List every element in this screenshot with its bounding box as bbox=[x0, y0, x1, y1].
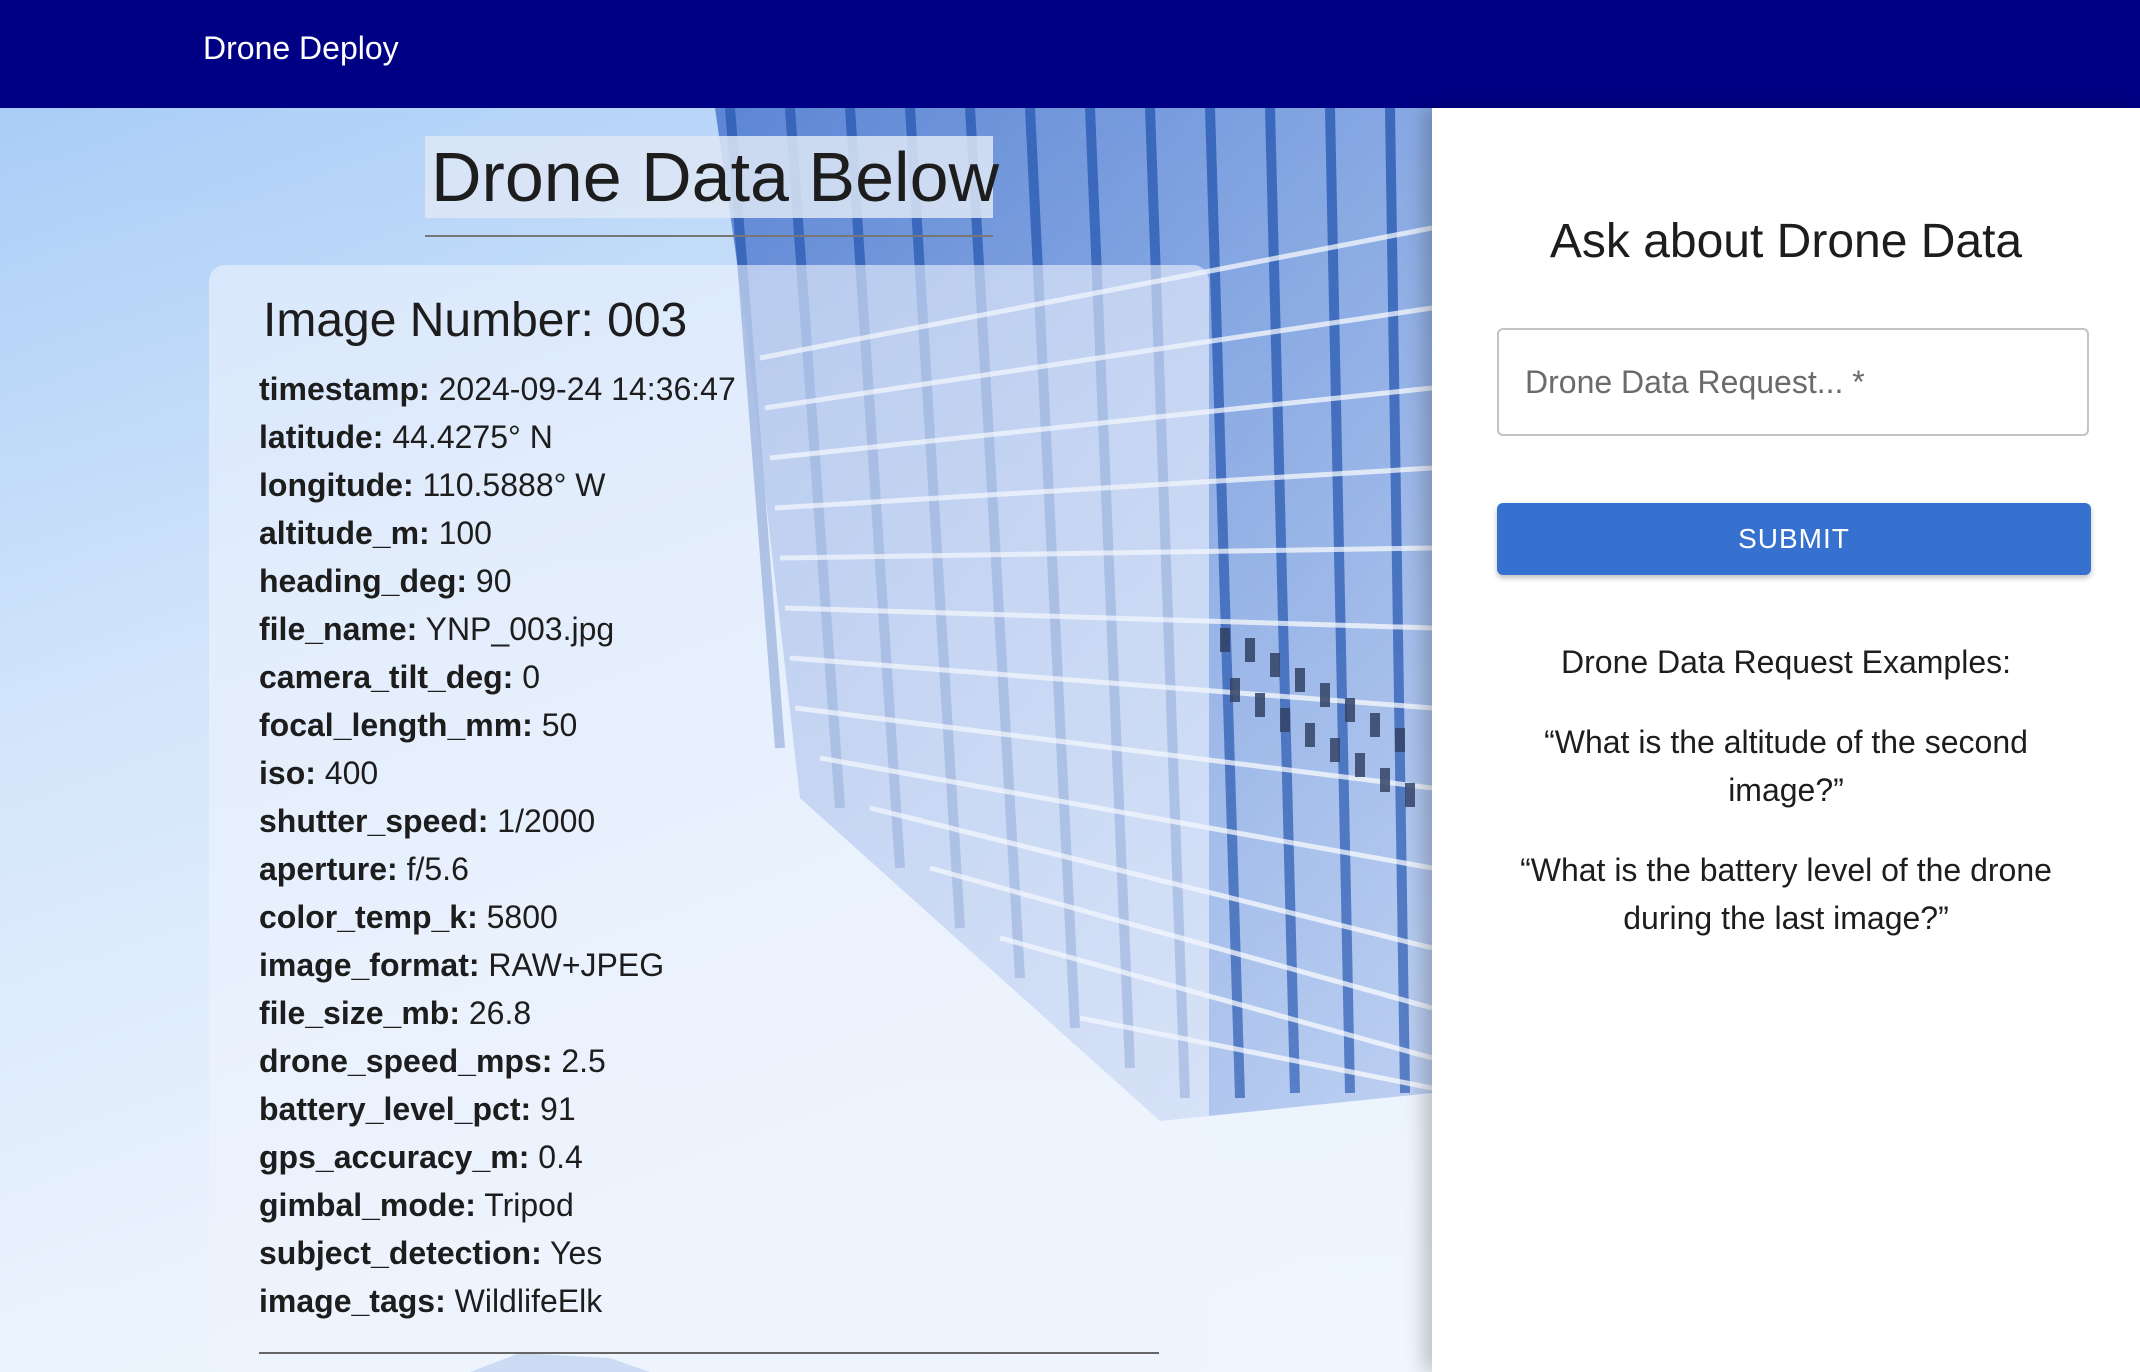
field-value: 91 bbox=[540, 1091, 576, 1127]
field-row-iso: iso: 400 bbox=[259, 749, 736, 797]
card-divider bbox=[259, 1352, 1159, 1354]
example-item: “What is the altitude of the second imag… bbox=[1544, 724, 2028, 808]
field-value: 0 bbox=[522, 659, 541, 695]
field-row-latitude: latitude: 44.4275° N bbox=[259, 413, 736, 461]
field-row-image-format: image_format: RAW+JPEG bbox=[259, 941, 736, 989]
field-key: subject_detection: bbox=[259, 1235, 542, 1271]
page-title: Drone Data Below bbox=[431, 138, 1000, 216]
field-value: 26.8 bbox=[468, 995, 532, 1031]
field-key: gimbal_mode: bbox=[259, 1187, 476, 1223]
field-key: image_tags: bbox=[259, 1283, 446, 1319]
field-row-file-name: file_name: YNP_003.jpg bbox=[259, 605, 736, 653]
field-key: altitude_m: bbox=[259, 515, 430, 551]
field-key: timestamp: bbox=[259, 371, 430, 407]
top-app-bar: Drone Deploy bbox=[0, 0, 2140, 108]
field-key: image_format: bbox=[259, 947, 480, 983]
field-row-timestamp: timestamp: 2024-09-24 14:36:47 bbox=[259, 365, 736, 413]
field-value: 400 bbox=[324, 755, 379, 791]
field-row-shutter-speed: shutter_speed: 1/2000 bbox=[259, 797, 736, 845]
field-row-altitude: altitude_m: 100 bbox=[259, 509, 736, 557]
field-value: 5800 bbox=[486, 899, 558, 935]
field-value: 0.4 bbox=[538, 1139, 583, 1175]
field-row-gimbal-mode: gimbal_mode: Tripod bbox=[259, 1181, 736, 1229]
field-key: iso: bbox=[259, 755, 316, 791]
field-row-subject-detection: subject_detection: Yes bbox=[259, 1229, 736, 1277]
field-row-gps-accuracy: gps_accuracy_m: 0.4 bbox=[259, 1133, 736, 1181]
field-row-battery-level: battery_level_pct: 91 bbox=[259, 1085, 736, 1133]
ask-sidebar: Ask about Drone Data SUBMIT Drone Data R… bbox=[1432, 108, 2140, 1372]
ask-title: Ask about Drone Data bbox=[1549, 215, 2023, 268]
field-row-color-temp: color_temp_k: 5800 bbox=[259, 893, 736, 941]
submit-button[interactable]: SUBMIT bbox=[1497, 503, 2091, 575]
field-value: 100 bbox=[438, 515, 492, 551]
field-value: 50 bbox=[541, 707, 578, 743]
field-row-heading: heading_deg: 90 bbox=[259, 557, 736, 605]
field-key: gps_accuracy_m: bbox=[259, 1139, 530, 1175]
field-value: f/5.6 bbox=[406, 851, 469, 887]
field-value: 1/2000 bbox=[497, 803, 596, 839]
field-key: battery_level_pct: bbox=[259, 1091, 532, 1127]
field-value: Yes bbox=[550, 1235, 603, 1271]
field-row-camera-tilt: camera_tilt_deg: 0 bbox=[259, 653, 736, 701]
page-title-highlight: Drone Data Below bbox=[425, 136, 999, 218]
field-key: heading_deg: bbox=[259, 563, 468, 599]
field-key: longitude: bbox=[259, 467, 414, 503]
field-key: aperture: bbox=[259, 851, 398, 887]
field-row-longitude: longitude: 110.5888° W bbox=[259, 461, 736, 509]
field-row-drone-speed: drone_speed_mps: 2.5 bbox=[259, 1037, 736, 1085]
field-value: 110.5888° W bbox=[422, 467, 606, 503]
request-examples: Drone Data Request Examples: “What is th… bbox=[1492, 638, 2080, 974]
example-item: “What is the battery level of the drone … bbox=[1520, 852, 2052, 936]
brand-title[interactable]: Drone Deploy bbox=[203, 28, 399, 68]
examples-heading: Drone Data Request Examples: bbox=[1561, 644, 2011, 680]
field-value: RAW+JPEG bbox=[488, 947, 665, 983]
field-value: 44.4275° N bbox=[392, 419, 553, 455]
field-key: latitude: bbox=[259, 419, 384, 455]
image-number-heading: Image Number: 003 bbox=[263, 294, 688, 347]
field-value: 2.5 bbox=[561, 1043, 606, 1079]
field-row-aperture: aperture: f/5.6 bbox=[259, 845, 736, 893]
field-key: file_size_mb: bbox=[259, 995, 460, 1031]
field-key: file_name: bbox=[259, 611, 418, 647]
field-value: 90 bbox=[475, 563, 512, 599]
field-value: YNP_003.jpg bbox=[425, 611, 615, 647]
field-key: drone_speed_mps: bbox=[259, 1043, 553, 1079]
field-value: WildlifeElk bbox=[454, 1283, 603, 1319]
field-key: shutter_speed: bbox=[259, 803, 489, 839]
field-key: color_temp_k: bbox=[259, 899, 478, 935]
image-field-list: timestamp: 2024-09-24 14:36:47 latitude:… bbox=[259, 365, 736, 1325]
drone-data-request-input[interactable] bbox=[1499, 330, 2087, 434]
field-row-focal-length: focal_length_mm: 50 bbox=[259, 701, 736, 749]
request-field bbox=[1497, 328, 2089, 436]
field-row-file-size: file_size_mb: 26.8 bbox=[259, 989, 736, 1037]
field-value: Tripod bbox=[484, 1187, 574, 1223]
field-value: 2024-09-24 14:36:47 bbox=[438, 371, 736, 407]
drone-data-panel: Drone Data Below Image Number: 003 times… bbox=[0, 108, 1432, 1372]
image-data-card: Image Number: 003 timestamp: 2024-09-24 … bbox=[209, 265, 1209, 1372]
field-row-image-tags: image_tags: WildlifeElk bbox=[259, 1277, 736, 1325]
field-key: camera_tilt_deg: bbox=[259, 659, 514, 695]
title-divider bbox=[425, 235, 993, 237]
field-key: focal_length_mm: bbox=[259, 707, 533, 743]
